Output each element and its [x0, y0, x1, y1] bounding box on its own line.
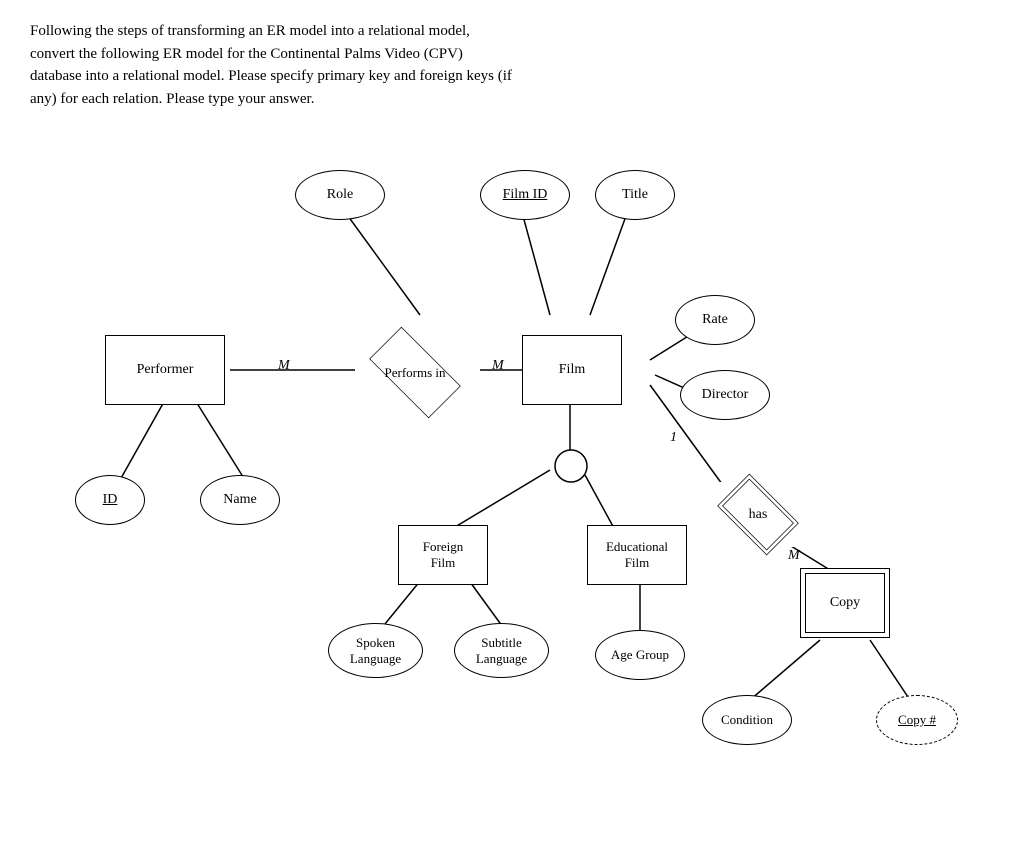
filmid-node: Film ID — [480, 170, 570, 220]
agegroup-node: Age Group — [595, 630, 685, 680]
educationalfilm-node: Educational Film — [587, 525, 687, 585]
copy-node: Copy — [800, 568, 890, 638]
name-node: Name — [200, 475, 280, 525]
performer-node: Performer — [105, 335, 225, 405]
copyhash-node: Copy # — [876, 695, 958, 745]
role-node: Role — [295, 170, 385, 220]
label-m2: M — [492, 358, 504, 374]
label-m3: M — [788, 548, 800, 564]
title-node: Title — [595, 170, 675, 220]
performsin-node: Performs in — [355, 340, 475, 405]
condition-node: Condition — [702, 695, 792, 745]
label-m1: M — [278, 358, 290, 374]
id-node: ID — [75, 475, 145, 525]
subtitlelanguage-node: Subtitle Language — [454, 623, 549, 678]
film-node: Film — [522, 335, 622, 405]
foreignfilm-node: Foreign Film — [398, 525, 488, 585]
er-diagram: Role Film ID Title Rate Director Perform… — [30, 140, 990, 780]
director-node: Director — [680, 370, 770, 420]
spokenlanguage-node: Spoken Language — [328, 623, 423, 678]
rate-node: Rate — [675, 295, 755, 345]
description: Following the steps of transforming an E… — [30, 20, 730, 110]
has-node: has — [708, 482, 808, 547]
label-1: 1 — [670, 430, 677, 446]
